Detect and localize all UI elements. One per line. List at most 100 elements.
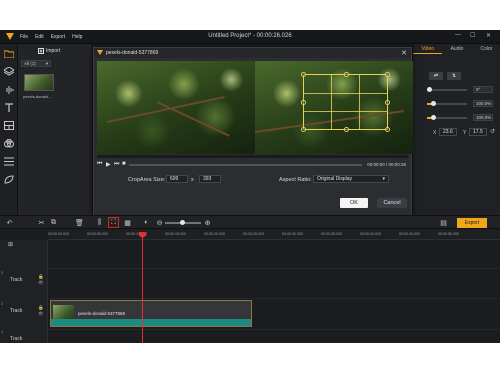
eye-icon[interactable]: 👁 bbox=[38, 311, 44, 317]
speed-icon[interactable]: ▦ bbox=[122, 217, 133, 228]
crop-width-input[interactable]: 699 bbox=[166, 175, 188, 183]
transition-icon[interactable] bbox=[3, 120, 15, 131]
crop-handle-top[interactable] bbox=[344, 72, 349, 77]
scale-y-slider-knob[interactable] bbox=[431, 115, 436, 120]
properties-panel: Video Audio Color ⇄ ⇅ 0° 100.0% 100.0% X… bbox=[412, 44, 500, 225]
crop-handle-top-left[interactable] bbox=[301, 72, 306, 77]
position-x-input[interactable]: 23.6 bbox=[439, 128, 457, 136]
crop-area-label: CropArea Size: bbox=[128, 177, 166, 183]
track-label: Track bbox=[10, 277, 23, 283]
save-icon[interactable]: ▤ bbox=[438, 217, 449, 228]
preview-progress-bar[interactable] bbox=[97, 155, 408, 158]
scale-y-value[interactable]: 100.0% bbox=[473, 114, 493, 121]
position-y-input[interactable]: 17.5 bbox=[469, 128, 487, 136]
aspect-ratio-select[interactable]: Original Display ▾ bbox=[313, 175, 389, 183]
crop-icon[interactable]: ⛶ bbox=[108, 217, 119, 228]
crop-handle-top-right[interactable] bbox=[385, 72, 390, 77]
next-frame-icon[interactable]: ⏭ bbox=[114, 161, 119, 168]
media-item-label: pexels-donald... bbox=[23, 94, 52, 99]
crop-handle-left[interactable] bbox=[301, 100, 306, 105]
scale-y-slider[interactable] bbox=[427, 115, 467, 120]
track-divider bbox=[48, 298, 500, 299]
close-icon[interactable]: ✕ bbox=[401, 49, 407, 57]
ruler-tick-label: 00:00:50.000 bbox=[438, 232, 459, 236]
media-thumbnail[interactable] bbox=[24, 74, 54, 91]
time-ruler[interactable]: 00:00:00.000 00:00:05.000 00:00:10.000 0… bbox=[48, 230, 500, 240]
delete-icon[interactable]: 🗑 bbox=[74, 217, 85, 228]
ruler-tick-label: 00:00:45.000 bbox=[399, 232, 420, 236]
position-y-label: Y bbox=[463, 130, 467, 136]
aspect-ratio-label: Aspect Ratio: bbox=[279, 177, 312, 183]
flip-vertical-icon[interactable]: ⇅ bbox=[447, 72, 461, 80]
playback-scrubber[interactable] bbox=[129, 164, 362, 166]
scale-x-slider[interactable] bbox=[427, 101, 467, 106]
clip-name: pexels-donald-5377869 bbox=[78, 311, 126, 316]
maximize-button[interactable]: ☐ bbox=[470, 32, 475, 39]
audio-icon[interactable] bbox=[3, 84, 15, 95]
rotation-slider[interactable] bbox=[427, 87, 467, 92]
ruler-tick-label: 00:00:30.000 bbox=[282, 232, 303, 236]
cancel-button[interactable]: Cancel bbox=[377, 198, 407, 208]
copy-icon[interactable]: ⧉ bbox=[48, 217, 59, 228]
effects-icon[interactable] bbox=[3, 138, 15, 149]
crop-height-input[interactable]: 393 bbox=[199, 175, 221, 183]
stop-icon[interactable]: ■ bbox=[122, 161, 126, 167]
crop-handle-right[interactable] bbox=[385, 100, 390, 105]
crop-handle-bottom-right[interactable] bbox=[385, 127, 390, 132]
layers-icon[interactable] bbox=[3, 66, 15, 77]
clip-audio-waveform bbox=[51, 319, 251, 326]
crop-dialog: pexels-donald-5377869 ✕ ⏮ ▶ ⏭ ■ 00:00:00… bbox=[93, 47, 413, 216]
ruler-tick-label: 00:00:20.000 bbox=[204, 232, 225, 236]
crop-handle-bottom-left[interactable] bbox=[301, 127, 306, 132]
ruler-tick-label: 00:00:25.000 bbox=[243, 232, 264, 236]
edit-toolbar: ↶ ✂ ⧉ 🗑 ⫼ ⛶ ▦ ◖ ⊖ ⊕ ▤ Export bbox=[0, 215, 500, 229]
undo-icon[interactable]: ↶ bbox=[4, 217, 15, 228]
video-editor-window: File Edit Export Help Untitled Project* … bbox=[0, 30, 500, 343]
marker-icon[interactable]: ◖ bbox=[140, 217, 151, 228]
ok-button[interactable]: OK bbox=[340, 198, 368, 208]
split-icon[interactable]: ⫼ bbox=[94, 217, 105, 228]
tab-audio[interactable]: Audio bbox=[442, 44, 471, 54]
media-filter-select[interactable]: All (1) ▾ bbox=[21, 60, 51, 67]
chevron-down-icon: ▾ bbox=[45, 61, 48, 66]
crop-output-preview bbox=[255, 61, 413, 154]
track-number: 2 bbox=[1, 301, 4, 306]
crop-selection-box[interactable] bbox=[301, 72, 390, 132]
video-clip[interactable]: pexels-donald-5377869 bbox=[50, 300, 252, 327]
import-label: Import bbox=[46, 48, 61, 54]
tab-color[interactable]: Color bbox=[472, 44, 500, 54]
crop-handle-bottom[interactable] bbox=[344, 127, 349, 132]
crop-dialog-title: pexels-donald-5377869 bbox=[106, 50, 159, 56]
filter-icon[interactable] bbox=[3, 156, 15, 167]
sticker-icon[interactable] bbox=[3, 174, 15, 185]
minimize-button[interactable]: — bbox=[455, 32, 461, 38]
zoom-out-icon[interactable]: ⊖ bbox=[154, 217, 165, 228]
cut-icon[interactable]: ✂ bbox=[36, 217, 47, 228]
play-icon[interactable]: ▶ bbox=[106, 161, 111, 168]
crop-grid-line bbox=[304, 110, 387, 112]
close-window-button[interactable]: ✕ bbox=[486, 32, 491, 39]
crop-source-preview[interactable] bbox=[97, 61, 255, 154]
track-divider bbox=[48, 329, 500, 330]
eye-icon[interactable]: 👁 bbox=[38, 280, 44, 286]
media-filter-value: All (1) bbox=[24, 61, 36, 66]
flip-horizontal-icon[interactable]: ⇄ bbox=[429, 72, 443, 80]
crop-grid-line bbox=[358, 75, 360, 129]
import-button[interactable]: Import bbox=[38, 47, 60, 55]
reset-icon[interactable]: ↺ bbox=[490, 128, 495, 135]
export-button[interactable]: Export bbox=[457, 218, 487, 228]
scale-x-value[interactable]: 100.0% bbox=[473, 100, 493, 107]
scale-x-slider-knob[interactable] bbox=[431, 101, 436, 106]
previous-frame-icon[interactable]: ⏮ bbox=[97, 161, 102, 168]
zoom-in-icon[interactable]: ⊕ bbox=[202, 217, 213, 228]
add-track-icon[interactable]: ⊞ bbox=[8, 241, 13, 248]
ruler-tick-label: 00:00:40.000 bbox=[360, 232, 381, 236]
playhead[interactable] bbox=[142, 234, 143, 343]
zoom-slider-knob[interactable] bbox=[180, 220, 185, 225]
folder-icon[interactable] bbox=[3, 48, 15, 59]
app-logo-icon bbox=[97, 50, 103, 55]
rotation-slider-knob[interactable] bbox=[427, 87, 432, 92]
tab-video[interactable]: Video bbox=[413, 44, 443, 54]
text-icon[interactable] bbox=[3, 102, 15, 113]
rotation-value[interactable]: 0° bbox=[473, 86, 493, 93]
